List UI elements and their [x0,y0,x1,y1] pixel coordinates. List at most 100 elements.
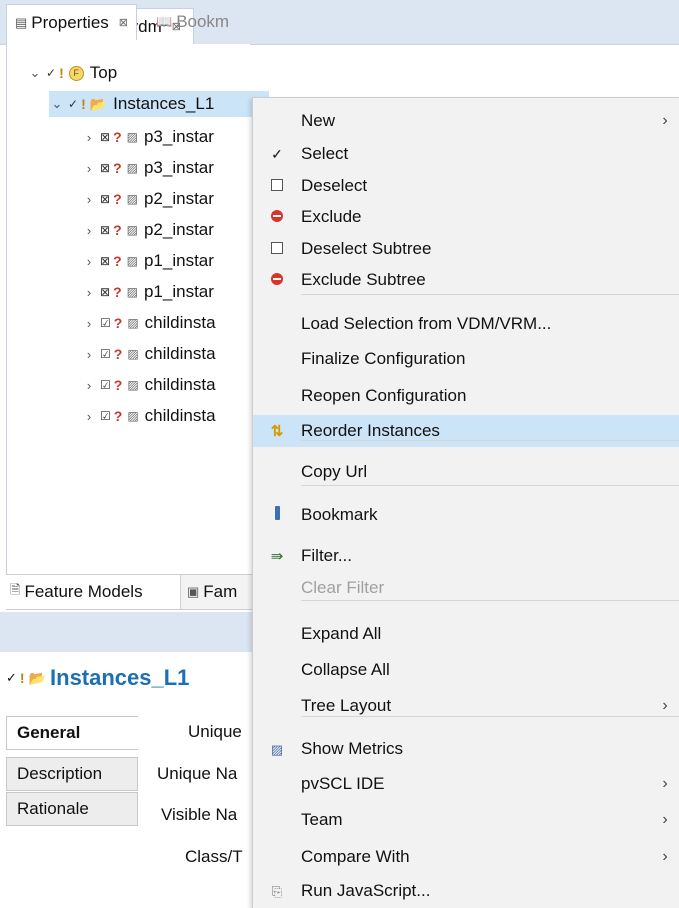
tree-row-child[interactable]: › ☑? ▨ childinsta [81,310,216,336]
tab-family[interactable]: ▣ Fam [183,575,241,609]
menu-item-label: Exclude Subtree [301,270,426,289]
menu-item-label: Run JavaScript... [301,881,431,900]
tree-row-child[interactable]: › ⊠? ▨ p2_instar [81,217,214,243]
menu-item-show-metrics[interactable]: ▨ Show Metrics [253,733,679,765]
tab-label: Bookm [176,12,230,31]
check-icon: ✓ [6,670,17,685]
tree-label: p3_instar [143,127,214,146]
menu-item-finalize-configuration[interactable]: Finalize Configuration [253,343,679,375]
properties-side-tabs: General Description Rationale [6,700,138,907]
chevron-down-icon[interactable]: ⌄ [49,96,65,112]
menu-separator [301,716,679,717]
menu-item-label: Bookmark [301,505,378,524]
question-icon: ? [113,408,123,424]
chevron-right-icon[interactable]: › [81,316,97,331]
chevron-right-icon[interactable]: › [81,192,97,207]
chevron-right-icon: › [662,811,668,828]
selection-state-icon: ⊠ [100,285,111,299]
tree-row-child[interactable]: › ☑? ▨ childinsta [81,403,216,429]
menu-item-compare-with[interactable]: Compare With › [253,841,679,873]
bookmarks-icon: 📖 [156,14,173,29]
menu-item-run-javascript[interactable]: ⎘ Run JavaScript... [253,875,679,907]
close-icon[interactable]: ⊠ [119,16,128,29]
menu-item-collapse-all[interactable]: Collapse All [253,654,679,686]
chevron-right-icon[interactable]: › [81,409,97,424]
tab-general[interactable]: General [6,716,138,750]
selection-state-icon: ☑ [100,316,111,330]
empty-box-icon [253,178,301,195]
tab-label: Properties [31,12,109,32]
menu-item-filter[interactable]: ⇛ Filter... [253,540,679,572]
tree-label: p1_instar [143,251,214,270]
menu-item-deselect-subtree[interactable]: Deselect Subtree [253,233,679,265]
menu-item-reorder-instances[interactable]: ⇅ Reorder Instances [253,415,679,447]
menu-item-exclude-subtree[interactable]: Exclude Subtree [253,264,679,296]
menu-item-copy-url[interactable]: Copy Url [253,456,679,488]
chevron-right-icon[interactable]: › [81,161,97,176]
chevron-right-icon[interactable]: › [81,378,97,393]
chevron-down-icon[interactable]: ⌄ [27,65,43,81]
instance-icon: ▨ [126,130,138,144]
properties-header: ✓ ! 📂 Instances_L1 [6,658,189,698]
chevron-right-icon: › [662,112,668,129]
menu-item-label: Clear Filter [301,578,385,597]
properties-icon: ▤ [15,14,28,30]
exclamation-icon: ! [81,96,86,112]
exclude-icon [253,272,301,289]
tab-bookmarks[interactable]: 📖 Bookm [156,4,229,40]
chevron-right-icon[interactable]: › [81,223,97,238]
instance-icon: ▨ [127,409,139,423]
feature-tree: ⌄ ✓ ! F Top ⌄ ✓ ! 📂 Instances_L1 › ⊠? ▨ p3_… [6,44,269,574]
menu-item-expand-all[interactable]: Expand All [253,618,679,650]
menu-item-tree-layout[interactable]: Tree Layout › [253,690,679,722]
menu-item-bookmark[interactable]: Bookmark [253,499,679,531]
tree-label: p1_instar [143,282,214,301]
menu-item-reopen-configuration[interactable]: Reopen Configuration [253,380,679,412]
menu-item-load-selection-from-vdm-vrm[interactable]: Load Selection from VDM/VRM... [253,308,679,340]
check-icon: ✓ [68,97,79,111]
selection-state-icon: ⊠ [100,254,111,268]
tab-rationale[interactable]: Rationale [6,792,138,826]
tree-row-child[interactable]: › ☑? ▨ childinsta [81,372,216,398]
menu-item-new[interactable]: New › [253,105,679,137]
tree-row-child[interactable]: › ⊠? ▨ p3_instar [81,124,214,150]
tree-row-child[interactable]: › ⊠? ▨ p2_instar [81,186,214,212]
chevron-right-icon[interactable]: › [81,285,97,300]
question-icon: ? [113,160,122,176]
tree-row-child[interactable]: › ⊠? ▨ p1_instar [81,279,214,305]
tree-label: p2_instar [143,220,214,239]
menu-item-deselect[interactable]: Deselect [253,170,679,202]
tab-description[interactable]: Description [6,757,138,791]
chevron-right-icon[interactable]: › [81,347,97,362]
tree-label: p3_instar [143,158,214,177]
tab-feature-models[interactable]: 🗎 Feature Models [6,575,181,609]
menu-item-label: Tree Layout [301,696,392,715]
tree-row-child[interactable]: › ☑? ▨ childinsta [81,341,216,367]
context-menu: New › ✓ Select Deselect Exclude Deselect Subtr… [252,97,679,908]
checkmark-icon: ✓ [271,145,283,162]
menu-item-label: Show Metrics [301,739,404,758]
menu-item-select[interactable]: ✓ Select [253,138,679,170]
question-icon: ? [113,129,122,145]
tab-label: Description [17,764,103,783]
menu-item-pvscl-ide[interactable]: pvSCL IDE › [253,768,679,800]
folder-icon: 📂 [89,95,108,112]
selection-state-icon: ☑ [100,409,111,423]
tree-label: childinsta [144,344,216,363]
chevron-right-icon[interactable]: › [81,254,97,269]
selection-state-icon: ☑ [100,378,111,392]
question-icon: ? [113,346,123,362]
tree-row-instances[interactable]: ⌄ ✓ ! 📂 Instances_L1 [49,91,269,117]
menu-item-label: Select [301,144,349,163]
tree-row-top[interactable]: ⌄ ✓ ! F Top [27,60,118,86]
tree-row-child[interactable]: › ⊠? ▨ p3_instar [81,155,214,181]
chevron-right-icon[interactable]: › [81,130,97,145]
tab-properties[interactable]: ▤ Properties ⊠ [6,4,137,40]
selection-state-icon: ⊠ [100,130,111,144]
menu-separator [301,440,679,441]
family-model-icon: ▣ [187,584,200,599]
tab-label: Feature Models [24,582,143,601]
menu-item-team[interactable]: Team › [253,804,679,836]
tree-row-child[interactable]: › ⊠? ▨ p1_instar [81,248,214,274]
menu-item-exclude[interactable]: Exclude [253,201,679,233]
